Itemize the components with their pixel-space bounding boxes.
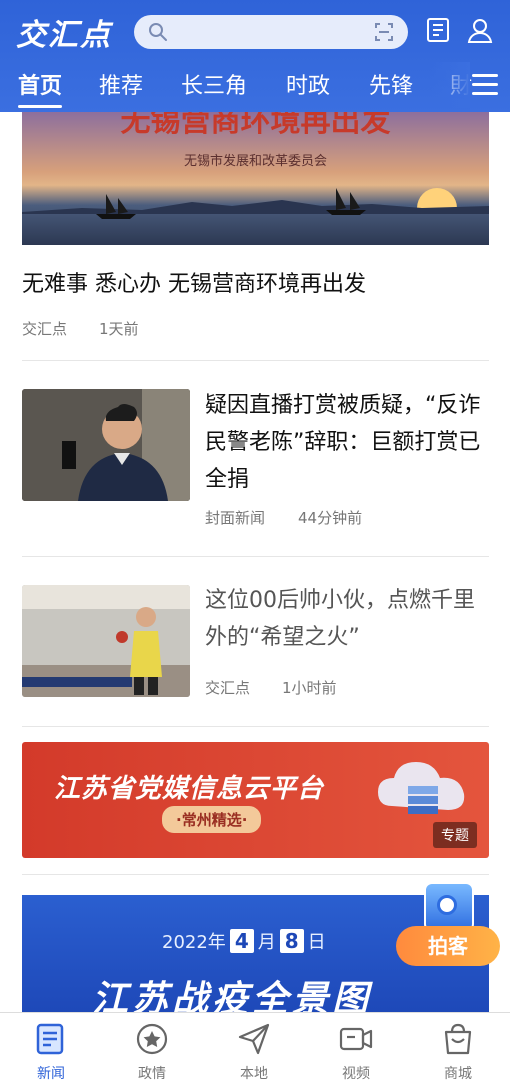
video-icon: [339, 1027, 373, 1051]
article-thumbnail[interactable]: [22, 389, 190, 501]
banner-date: 2022年 4 月 8 日: [162, 929, 326, 953]
hero-image-subtitle: 无锡市发展和改革委员会: [183, 154, 327, 169]
tab-home[interactable]: 首页: [18, 68, 63, 108]
star-badge-icon: [136, 1023, 168, 1055]
nav-local[interactable]: 本地: [214, 1021, 294, 1083]
search-bar[interactable]: [134, 15, 408, 49]
search-icon: [149, 23, 167, 41]
nav-mall[interactable]: 商城: [418, 1021, 498, 1083]
article-time: 1小时前: [282, 679, 337, 697]
app-header: 交汇点 首页 推荐 长三角 时政 先锋 財: [0, 0, 510, 112]
newspaper-icon[interactable]: [425, 16, 453, 44]
article-source: 交汇点: [22, 320, 68, 338]
paike-label: 拍客: [396, 926, 500, 966]
send-icon: [238, 1023, 270, 1055]
police-officer-image: [22, 389, 190, 501]
article-source: 封面新闻: [205, 509, 266, 527]
article-time: 44分钟前: [298, 509, 363, 527]
boat-graphic: [326, 188, 366, 215]
boat-graphic: [96, 194, 136, 219]
divider: [22, 874, 489, 875]
banner-title: 江苏省党媒信息云平台: [54, 774, 325, 804]
table-tennis-player-image: [22, 585, 190, 697]
nav-news[interactable]: 新闻: [11, 1021, 91, 1083]
article-source: 交汇点: [205, 679, 251, 697]
paike-float-button[interactable]: 拍客: [396, 882, 500, 978]
article-title[interactable]: 这位00后帅小伙，点燃千里外的“希望之火”: [205, 582, 490, 656]
divider: [22, 360, 489, 361]
divider: [22, 556, 489, 557]
bottom-navigation: 新闻 政情 本地 视频 商城: [0, 1012, 510, 1091]
nav-politics[interactable]: 政情: [112, 1021, 192, 1083]
nav-video[interactable]: 视频: [316, 1021, 396, 1083]
tab-recommend[interactable]: 推荐: [99, 68, 143, 100]
article-title[interactable]: 疑因直播打赏被质疑，“反诈民警老陈”辞职：巨额打赏已全捐: [205, 387, 490, 498]
topic-badge: 专题: [433, 822, 477, 848]
scan-icon[interactable]: [374, 22, 394, 42]
tab-fade: [430, 62, 470, 108]
divider: [22, 726, 489, 727]
channel-menu-button[interactable]: [470, 72, 500, 98]
tab-politics[interactable]: 时政: [286, 68, 330, 100]
user-icon[interactable]: [466, 16, 494, 44]
hero-image-title: 无锡营商环境再出发: [120, 112, 391, 139]
camera-icon: [424, 882, 474, 932]
app-logo: 交汇点: [16, 18, 112, 53]
shopping-bag-icon: [444, 1023, 472, 1055]
tab-pioneer[interactable]: 先锋: [369, 68, 413, 100]
hero-article-title[interactable]: 无难事 悉心办 无锡营商环境再出发: [22, 266, 366, 298]
hero-image[interactable]: 无锡营商环境再出发 无锡市发展和改革委员会: [22, 112, 489, 245]
news-icon: [36, 1023, 64, 1055]
promo-banner[interactable]: 江苏省党媒信息云平台 ·常州精选· 专题: [22, 742, 489, 858]
article-time: 1天前: [99, 320, 139, 338]
tab-yangtze-delta[interactable]: 长三角: [181, 68, 247, 100]
banner-subtitle: ·常州精选·: [162, 806, 262, 833]
article-thumbnail[interactable]: [22, 585, 190, 697]
